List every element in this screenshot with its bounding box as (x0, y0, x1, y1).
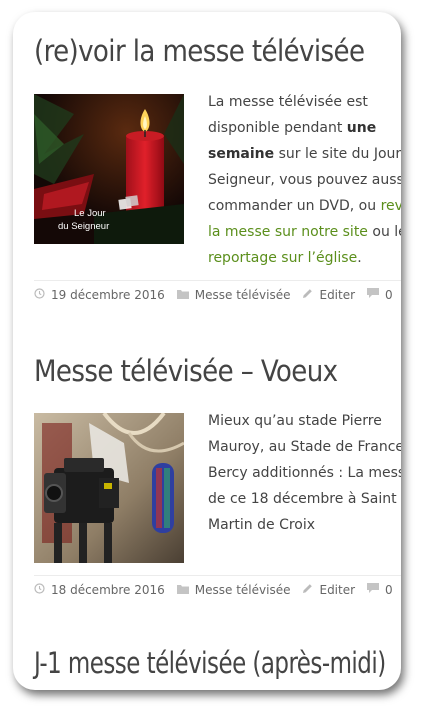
posts-list: (re)voir la messe télévisée Le Jour du S… (13, 12, 401, 690)
pencil-icon (302, 288, 313, 302)
post-title-j1[interactable]: J-1 messe télévisée (après-midi) (34, 646, 386, 680)
excerpt-text: disponible pendant (208, 120, 347, 136)
excerpt-line: Seigneur, vous pouvez aussi (208, 172, 401, 188)
meta-category[interactable]: Messe télévisée (176, 288, 291, 302)
post-excerpt: Mieux qu’au stade Pierre Mauroy, au Stad… (208, 408, 401, 538)
post-thumbnail-candle[interactable]: Le Jour du Seigneur (34, 94, 184, 244)
excerpt-line: reportage sur l’église. (208, 245, 401, 271)
excerpt-bold: semaine (208, 146, 275, 162)
excerpt-text: ou le (372, 224, 401, 240)
post-meta: 19 décembre 2016 Messe télévisée Editer … (34, 285, 401, 305)
excerpt-line: La messe télévisée est (208, 94, 368, 110)
excerpt-bold: une (346, 120, 377, 136)
meta-comments-count: 0 (385, 288, 393, 302)
clock-icon (34, 288, 45, 302)
meta-date-text: 18 décembre 2016 (51, 583, 165, 597)
meta-category-text: Messe télévisée (194, 288, 291, 302)
meta-edit[interactable]: Editer (302, 583, 355, 597)
meta-divider (34, 280, 401, 281)
clock-icon (34, 583, 45, 597)
excerpt-line: Martin de Croix (208, 517, 316, 533)
meta-edit-text: Editer (319, 583, 356, 597)
meta-comments[interactable]: 0 (367, 288, 393, 302)
excerpt-line: la messe sur notre site ou le (208, 219, 401, 245)
meta-date[interactable]: 19 décembre 2016 (34, 288, 165, 302)
excerpt-line: Bercy additionnés : La messe (208, 465, 401, 481)
folder-icon (176, 583, 189, 597)
thumb-caption-line2: du Seigneur (58, 221, 109, 232)
revoir-link-cont[interactable]: la messe sur notre site (208, 224, 368, 240)
excerpt-line: semaine sur le site du Jour du (208, 141, 401, 167)
post-title-voeux[interactable]: Messe télévisée – Voeux (34, 354, 338, 388)
meta-edit[interactable]: Editer (302, 288, 355, 302)
post-title-revoir[interactable]: (re)voir la messe télévisée (34, 34, 365, 68)
excerpt-line: disponible pendant une (208, 115, 401, 141)
meta-edit-text: Editer (319, 288, 356, 302)
post-excerpt: La messe télévisée est disponible pendan… (208, 89, 401, 271)
excerpt-line: Mieux qu’au stade Pierre (208, 413, 382, 429)
excerpt-text: . (357, 250, 362, 266)
excerpt-line: commander un DVD, ou revoir (208, 193, 401, 219)
excerpt-line: de ce 18 décembre à Saint (208, 491, 397, 507)
pencil-icon (302, 583, 313, 597)
meta-category-text: Messe télévisée (194, 583, 291, 597)
comment-icon (367, 583, 380, 597)
excerpt-line: Mauroy, au Stade de France et (208, 439, 401, 455)
excerpt-text: sur le site du Jour du (278, 146, 401, 162)
page-card: (re)voir la messe télévisée Le Jour du S… (13, 12, 401, 690)
meta-date-text: 19 décembre 2016 (51, 288, 165, 302)
meta-date[interactable]: 18 décembre 2016 (34, 583, 165, 597)
revoir-link[interactable]: revoir (381, 198, 401, 214)
meta-comments[interactable]: 0 (367, 583, 393, 597)
post-meta: 18 décembre 2016 Messe télévisée Editer … (34, 580, 401, 600)
meta-comments-count: 0 (385, 583, 393, 597)
thumb-caption-line1: Le Jour (74, 208, 106, 219)
excerpt-text: commander un DVD, ou (208, 198, 381, 214)
folder-icon (176, 288, 189, 302)
reportage-link[interactable]: reportage sur l’église (208, 250, 357, 266)
meta-divider (34, 575, 401, 576)
post-thumbnail-camera[interactable] (34, 413, 184, 563)
meta-category[interactable]: Messe télévisée (176, 583, 291, 597)
comment-icon (367, 288, 380, 302)
